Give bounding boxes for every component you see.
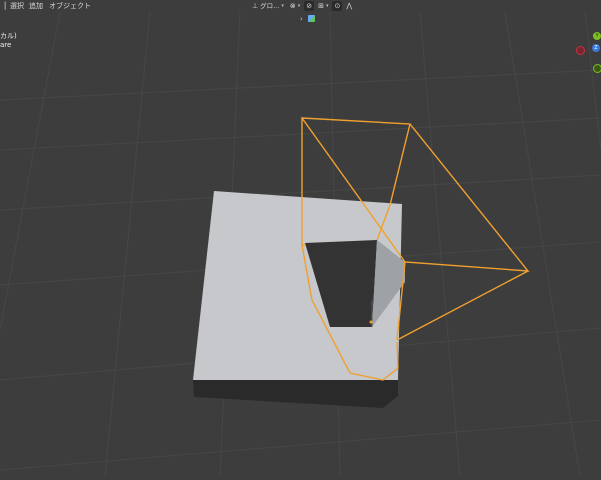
gizmo-z-axis[interactable]: Z xyxy=(592,44,600,52)
menu-select[interactable]: 選択 xyxy=(10,0,24,12)
gizmo-negative-x-axis[interactable] xyxy=(576,46,585,55)
transform-orientation-dropdown[interactable]: ⊥ グロ... ▾ xyxy=(250,1,286,11)
chevron-down-icon: ▾ xyxy=(281,3,284,9)
cube-icon[interactable] xyxy=(308,15,315,22)
grid-snap-icon: ⊞ xyxy=(318,2,324,10)
falloff-dropdown[interactable]: ⋀ xyxy=(344,1,354,11)
view-info-line-2: are xyxy=(0,41,12,49)
chevron-down-icon: ▾ xyxy=(297,3,301,9)
3d-viewport[interactable] xyxy=(0,0,601,477)
menu-object[interactable]: オブジェクト xyxy=(49,0,91,12)
snap-magnet-icon: ⊘ xyxy=(306,2,313,10)
proportional-edit-icon: ⊙ xyxy=(334,2,341,10)
origin-point xyxy=(369,320,373,324)
viewport-header: ▕ 選択 追加 オブジェクト ⊥ グロ... ▾ ⊗ ▾ ⊘ ⊞ ▾ ⊙ ⋀ xyxy=(0,0,601,12)
block-object[interactable] xyxy=(193,191,405,408)
header-menu-toggle[interactable]: ▕ xyxy=(0,0,5,12)
view-info-line-1: カル) xyxy=(0,32,17,40)
gizmo-y-axis[interactable]: Y xyxy=(593,32,601,40)
gizmo-negative-y-axis[interactable] xyxy=(593,64,601,73)
snap-toggle[interactable]: ⊘ xyxy=(304,1,315,11)
block-side-face xyxy=(193,380,398,408)
orientation-icon: ⊥ xyxy=(252,2,259,10)
falloff-curve-icon: ⋀ xyxy=(346,2,353,10)
chevron-down-icon: ▾ xyxy=(325,3,329,9)
pivot-dropdown[interactable]: ⊗ ▾ xyxy=(288,1,302,11)
chevron-right-icon[interactable]: › xyxy=(300,15,303,23)
viewport-canvas[interactable] xyxy=(0,0,601,477)
pivot-icon: ⊗ xyxy=(289,2,296,10)
menu-add[interactable]: 追加 xyxy=(29,0,43,12)
proportional-edit-toggle[interactable]: ⊙ xyxy=(332,1,343,11)
header-toolbar: ⊥ グロ... ▾ ⊗ ▾ ⊘ ⊞ ▾ ⊙ ⋀ xyxy=(250,0,354,12)
snap-target-dropdown[interactable]: ⊞ ▾ xyxy=(316,1,330,11)
transform-orientation-label: グロ... xyxy=(260,2,280,10)
